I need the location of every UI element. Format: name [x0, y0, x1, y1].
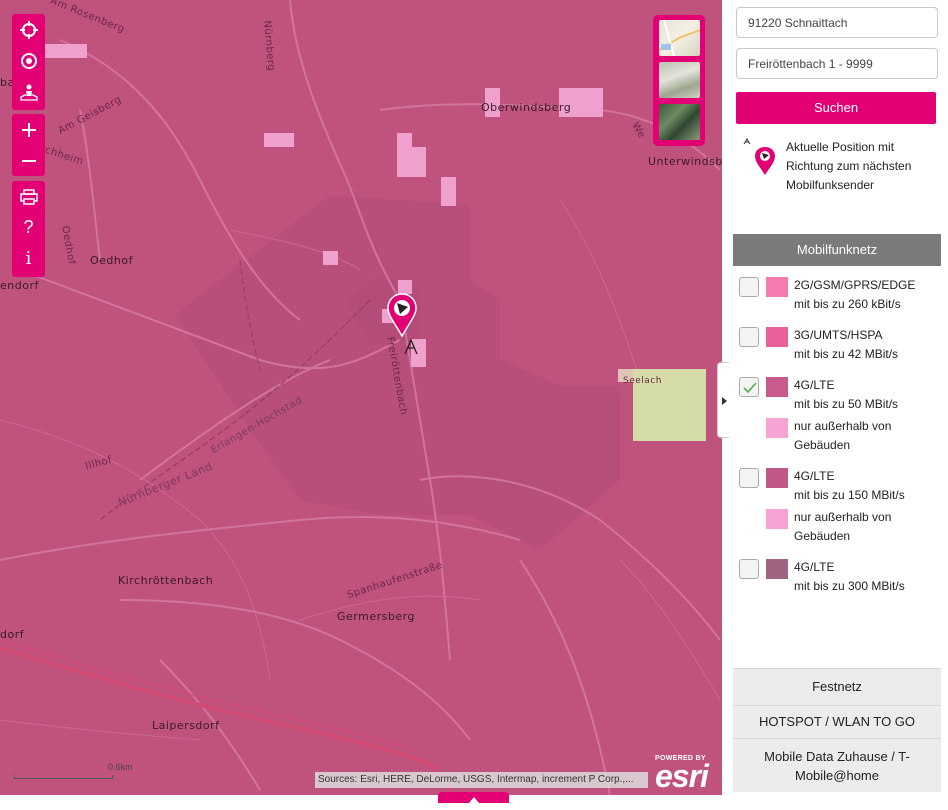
- legend-title: 4G/LTE: [794, 560, 835, 574]
- legend-detail: mit bis zu 50 MBit/s: [794, 397, 899, 411]
- legend-checkbox[interactable]: [739, 468, 759, 488]
- search-button[interactable]: Suchen: [736, 92, 936, 124]
- label-kirchrottenbach: Kirchröttenbach: [118, 574, 214, 587]
- legend-swatch: [766, 468, 788, 488]
- legend-title: 4G/LTE: [794, 469, 835, 483]
- street-input[interactable]: Freiröttenbach 1 - 9999: [736, 48, 938, 79]
- legend-checkbox-checked[interactable]: [739, 377, 759, 397]
- legend-sub-text: nur außerhalb von Gebäuden: [794, 510, 892, 543]
- coverage-map[interactable]: Am Rosenberg Am Geisberg Nürnberg Oberwi…: [0, 0, 722, 795]
- label-oberwindsberg: Oberwindsberg: [481, 101, 572, 114]
- label-laipersdorf: Laipersdorf: [152, 719, 220, 732]
- label-unterwindsberg: Unterwindsb: [648, 155, 722, 168]
- legend-swatch: [766, 377, 788, 397]
- legend-checkbox[interactable]: [739, 327, 759, 347]
- scale-label: 0.6km: [108, 762, 133, 772]
- legend-title: 3G/UMTS/HSPA: [794, 328, 883, 342]
- position-info: Aktuelle Position mit Richtung zum nächs…: [738, 138, 938, 198]
- label-oedhof: Oedhof: [90, 254, 133, 267]
- legend-sub-text: nur außerhalb von Gebäuden: [794, 419, 892, 452]
- zoom-in-icon[interactable]: [12, 114, 45, 145]
- esri-logo: POWERED BY esri: [655, 755, 719, 794]
- esri-wordmark: esri: [655, 758, 709, 794]
- legend-detail: mit bis zu 150 MBit/s: [794, 488, 905, 502]
- location-controls: [12, 14, 45, 110]
- label-seelach: Seelach: [623, 376, 662, 386]
- checkmark-icon: [743, 382, 757, 394]
- section-mobile-data[interactable]: Mobile Data Zuhause / T-Mobile@home: [733, 738, 941, 792]
- basemap-streets-thumb[interactable]: [658, 19, 701, 57]
- position-legend-icon: [743, 138, 775, 175]
- zoom-controls: [12, 114, 45, 176]
- legend-detail: mit bis zu 42 MBit/s: [794, 347, 899, 361]
- print-icon[interactable]: [12, 181, 45, 212]
- help-icon[interactable]: ?: [12, 212, 45, 243]
- basemap-satellite-thumb[interactable]: [659, 104, 700, 140]
- locate-crosshair-icon[interactable]: [12, 14, 45, 45]
- section-mobilfunknetz[interactable]: Mobilfunknetz: [733, 234, 941, 266]
- map-attribution: Sources: Esri, HERE, DeLorme, USGS, Inte…: [315, 772, 648, 788]
- legend-detail: mit bis zu 300 MBit/s: [794, 579, 905, 593]
- legend-checkbox[interactable]: [739, 559, 759, 579]
- legend-title: 4G/LTE: [794, 378, 835, 392]
- section-festnetz[interactable]: Festnetz: [733, 668, 941, 705]
- label-endorf: endorf: [0, 279, 39, 292]
- scale-bar: 0.6km: [14, 762, 134, 779]
- label-germersberg: Germersberg: [337, 610, 415, 623]
- zoom-out-icon[interactable]: [12, 145, 45, 176]
- bottom-expand-button[interactable]: [438, 792, 509, 803]
- label-dorf: dorf: [0, 628, 25, 641]
- location-search-input[interactable]: 91220 Schnaittach: [736, 7, 938, 38]
- position-info-text: Aktuelle Position mit Richtung zum nächs…: [786, 140, 912, 192]
- legend-checkbox[interactable]: [739, 277, 759, 297]
- legend-detail: mit bis zu 260 kBit/s: [794, 297, 901, 311]
- legend-swatch: [766, 559, 788, 579]
- basemap-topo-thumb[interactable]: [659, 62, 700, 98]
- legend-swatch: [766, 418, 788, 438]
- basemap-switcher: [653, 15, 705, 146]
- side-panel: 91220 Schnaittach Freiröttenbach 1 - 999…: [729, 0, 948, 803]
- map-person-icon[interactable]: [12, 76, 45, 107]
- tool-controls: ? i: [12, 181, 45, 277]
- section-hotspot[interactable]: HOTSPOT / WLAN TO GO: [733, 705, 941, 738]
- legend-swatch: [766, 327, 788, 347]
- map-canvas: [0, 0, 721, 795]
- legend-swatch: [766, 509, 788, 529]
- legend-swatch: [766, 277, 788, 297]
- legend-title: 2G/GSM/GPRS/EDGE: [794, 278, 916, 292]
- target-icon[interactable]: [12, 45, 45, 76]
- info-icon[interactable]: i: [12, 243, 45, 274]
